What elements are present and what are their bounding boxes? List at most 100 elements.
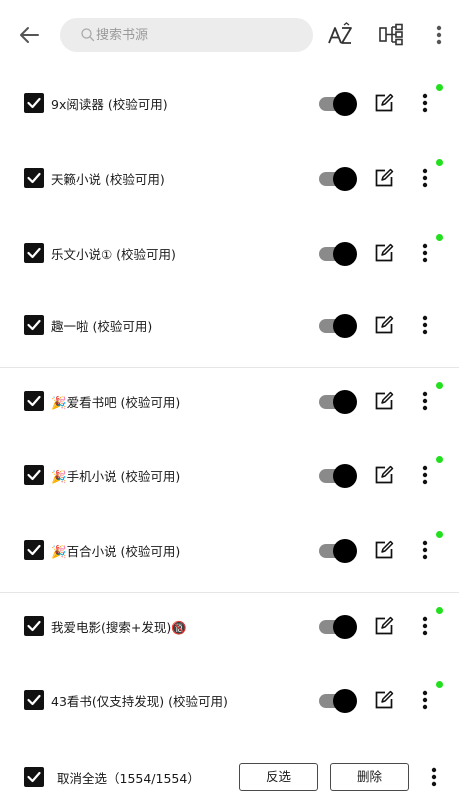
- source-enable-toggle[interactable]: [319, 165, 357, 193]
- toggle-knob: [333, 390, 357, 414]
- toggle-knob: [333, 167, 357, 191]
- toggle-knob: [333, 464, 357, 488]
- sort-button[interactable]: [325, 20, 355, 50]
- delete-button[interactable]: 删除: [330, 763, 409, 791]
- source-enable-toggle[interactable]: [319, 240, 357, 268]
- source-checkbox[interactable]: [24, 315, 44, 335]
- edit-icon: [375, 391, 394, 410]
- edit-source-button[interactable]: [374, 391, 394, 411]
- toggle-knob: [333, 689, 357, 713]
- rating-badge-icon: 🔞: [171, 620, 187, 635]
- source-name-text: 爱看书吧 (校验可用): [66, 395, 181, 410]
- source-row[interactable]: 9x阅读器 (校验可用): [0, 70, 459, 145]
- source-enable-toggle[interactable]: [319, 90, 357, 118]
- overflow-menu-button[interactable]: [424, 20, 454, 50]
- source-checkbox[interactable]: [24, 243, 44, 263]
- checkbox-checked-icon: [24, 391, 44, 411]
- source-row[interactable]: 🎉手机小说 (校验可用): [0, 442, 459, 517]
- edit-source-button[interactable]: [374, 93, 394, 113]
- source-name: 趣一啦 (校验可用): [51, 316, 152, 335]
- source-enable-toggle[interactable]: [319, 462, 357, 490]
- more-vert-icon: [422, 243, 428, 263]
- back-button[interactable]: [14, 20, 44, 50]
- source-enable-toggle[interactable]: [319, 613, 357, 641]
- select-all-checkbox[interactable]: [24, 767, 44, 787]
- search-icon: [81, 28, 95, 42]
- more-vert-icon: [422, 616, 428, 636]
- bottom-more-button[interactable]: [424, 765, 444, 789]
- source-name: 🎉手机小说 (校验可用): [51, 466, 180, 485]
- source-more-button[interactable]: [415, 614, 435, 638]
- edit-source-button[interactable]: [374, 315, 394, 335]
- source-name-text: 9x阅读器 (校验可用): [51, 97, 168, 112]
- source-enable-toggle[interactable]: [319, 388, 357, 416]
- source-checkbox[interactable]: [24, 391, 44, 411]
- edit-source-button[interactable]: [374, 540, 394, 560]
- status-dot: [436, 456, 443, 463]
- source-more-button[interactable]: [415, 688, 435, 712]
- search-box[interactable]: [60, 18, 313, 52]
- source-checkbox[interactable]: [24, 616, 44, 636]
- more-vert-icon: [422, 315, 428, 335]
- party-emoji-icon: 🎉: [51, 395, 67, 410]
- invert-selection-button[interactable]: 反选: [239, 763, 318, 791]
- source-row[interactable]: 乐文小说① (校验可用): [0, 220, 459, 295]
- bottom-bar: 取消全选（1554/1554） 反选 删除: [0, 743, 459, 800]
- group-icon: [379, 23, 403, 46]
- status-dot: [436, 531, 443, 538]
- edit-source-button[interactable]: [374, 465, 394, 485]
- source-row[interactable]: 趣一啦 (校验可用): [0, 292, 459, 367]
- source-more-button[interactable]: [415, 313, 435, 337]
- source-row[interactable]: 🎉爱看书吧 (校验可用): [0, 367, 459, 442]
- checkbox-checked-icon: [24, 690, 44, 710]
- checkbox-checked-icon: [24, 315, 44, 335]
- source-more-button[interactable]: [415, 166, 435, 190]
- toggle-knob: [333, 314, 357, 338]
- group-button[interactable]: [377, 20, 407, 50]
- source-enable-toggle[interactable]: [319, 537, 357, 565]
- toggle-knob: [333, 92, 357, 116]
- source-more-button[interactable]: [415, 91, 435, 115]
- source-enable-toggle[interactable]: [319, 687, 357, 715]
- status-dot: [436, 84, 443, 91]
- source-enable-toggle[interactable]: [319, 312, 357, 340]
- search-input[interactable]: [96, 18, 301, 52]
- checkbox-checked-icon: [24, 243, 44, 263]
- source-more-button[interactable]: [415, 389, 435, 413]
- party-emoji-icon: 🎉: [51, 469, 67, 484]
- source-name: 乐文小说① (校验可用): [51, 244, 176, 263]
- source-checkbox[interactable]: [24, 540, 44, 560]
- source-more-button[interactable]: [415, 463, 435, 487]
- more-vert-icon: [436, 25, 442, 45]
- source-row[interactable]: 天籁小说 (校验可用): [0, 145, 459, 220]
- source-row[interactable]: 🎉百合小说 (校验可用): [0, 517, 459, 592]
- edit-source-button[interactable]: [374, 616, 394, 636]
- checkbox-checked-icon: [24, 616, 44, 636]
- source-more-button[interactable]: [415, 538, 435, 562]
- checkbox-checked-icon: [24, 767, 44, 787]
- source-checkbox[interactable]: [24, 465, 44, 485]
- source-name-text: 43看书(仅支持发现) (校验可用): [51, 694, 228, 709]
- edit-source-button[interactable]: [374, 690, 394, 710]
- more-vert-icon: [422, 690, 428, 710]
- more-vert-icon: [422, 465, 428, 485]
- source-checkbox[interactable]: [24, 690, 44, 710]
- source-more-button[interactable]: [415, 241, 435, 265]
- source-row[interactable]: 我爱电影(搜索+发现)🔞: [0, 592, 459, 667]
- select-all-label[interactable]: 取消全选（1554/1554）: [57, 768, 200, 787]
- status-dot: [436, 681, 443, 688]
- source-checkbox[interactable]: [24, 168, 44, 188]
- edit-icon: [375, 243, 394, 262]
- toggle-knob: [333, 242, 357, 266]
- edit-source-button[interactable]: [374, 168, 394, 188]
- source-name: 天籁小说 (校验可用): [51, 169, 165, 188]
- source-name: 我爱电影(搜索+发现)🔞: [51, 617, 187, 636]
- source-name-text: 手机小说 (校验可用): [66, 469, 181, 484]
- edit-source-button[interactable]: [374, 243, 394, 263]
- status-dot: [436, 607, 443, 614]
- source-name: 🎉爱看书吧 (校验可用): [51, 392, 180, 411]
- source-checkbox[interactable]: [24, 93, 44, 113]
- source-row[interactable]: 43看书(仅支持发现) (校验可用): [0, 667, 459, 742]
- source-name: 43看书(仅支持发现) (校验可用): [51, 691, 228, 710]
- checkbox-checked-icon: [24, 168, 44, 188]
